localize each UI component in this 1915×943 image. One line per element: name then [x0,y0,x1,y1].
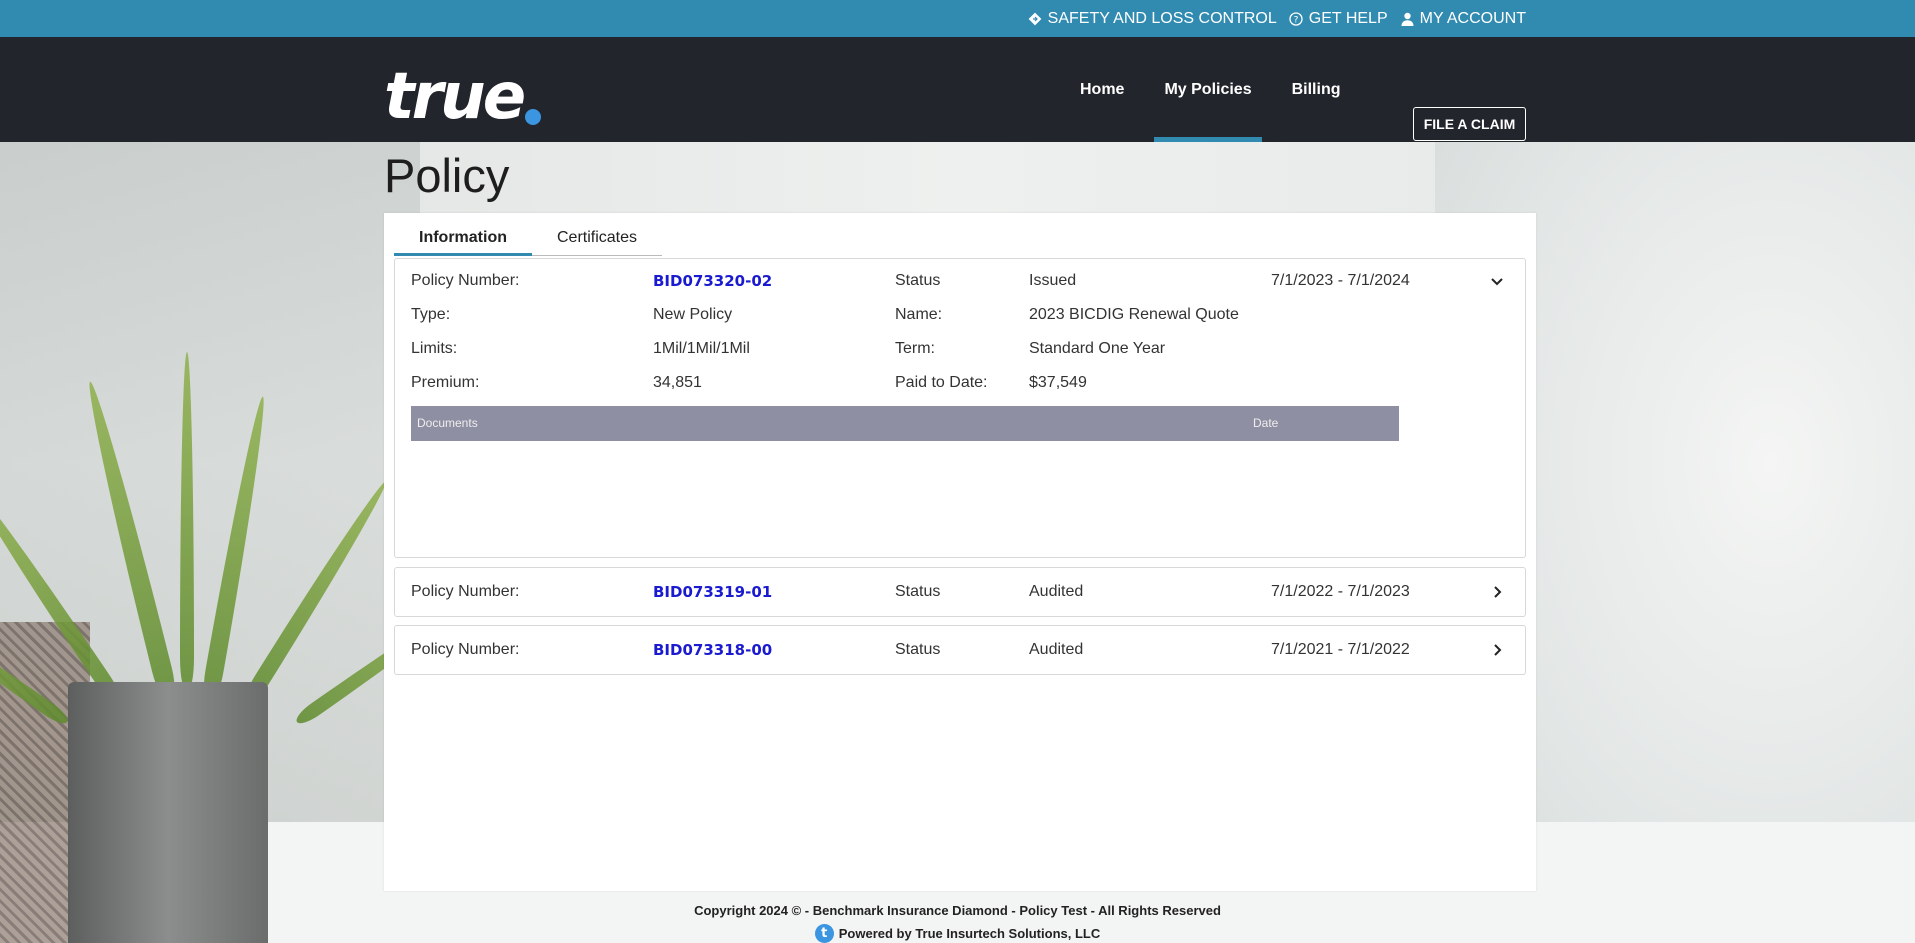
powered-by: t Powered by True Insurtech Solutions, L… [0,924,1915,943]
policy-card: Information Certificates Policy Number: … [384,213,1536,891]
limits-value: 1Mil/1Mil/1Mil [653,340,750,357]
tab-certificates[interactable]: Certificates [532,221,662,255]
premium-value: 34,851 [653,374,702,391]
logo-dot [525,109,542,125]
documents-column-header[interactable]: Documents [417,406,478,441]
paid-to-date-value: $37,549 [1029,374,1087,391]
utility-links: SAFETY AND LOSS CONTROL ? GET HELP MY AC… [1028,0,1526,37]
policy-number-label: Policy Number: [411,583,520,600]
safety-loss-control-label: SAFETY AND LOSS CONTROL [1047,9,1277,27]
term-value: Standard One Year [1029,340,1166,357]
premium-label: Premium: [411,374,480,391]
safety-loss-control-link[interactable]: SAFETY AND LOSS CONTROL [1028,10,1277,28]
copyright-text: Copyright 2024 © - Benchmark Insurance D… [694,903,1221,918]
my-account-label: MY ACCOUNT [1419,9,1526,27]
type-value: New Policy [653,306,733,323]
nav-home[interactable]: Home [1070,37,1134,142]
documents-table-header: Documents Date [411,406,1399,441]
policy-summary-row[interactable]: Policy Number: BID073318-00 Status Audit… [395,635,1525,665]
main-nav: Home My Policies Billing [1070,37,1371,142]
policy-detail-row: Premium: 34,851 Paid to Date: $37,549 [395,368,1525,398]
term-label: Term: [895,340,935,357]
policy-number-label: Policy Number: [411,272,520,289]
help-circle-icon: ? [1289,11,1304,26]
logo-text: true [384,60,526,134]
policy-panel-collapsed[interactable]: Policy Number: BID073319-01 Status Audit… [394,567,1526,617]
type-label: Type: [411,306,451,323]
policy-tabs: Information Certificates [394,221,663,256]
powered-by-text[interactable]: Powered by True Insurtech Solutions, LLC [839,926,1100,941]
name-label: Name: [895,306,943,323]
page-title: Policy [384,149,510,202]
name-value: 2023 BICDIG Renewal Quote [1029,306,1239,323]
true-logo[interactable]: true [384,60,542,134]
policy-number-link[interactable]: BID073320-02 [653,266,772,296]
policy-dates: 7/1/2023 - 7/1/2024 [1271,272,1410,289]
nav-billing[interactable]: Billing [1282,37,1351,142]
status-label: Status [895,272,941,289]
tab-information[interactable]: Information [394,221,532,256]
paid-to-date-label: Paid to Date: [895,374,988,391]
policy-number-link[interactable]: BID073319-01 [653,577,772,607]
status-label: Status [895,583,941,600]
diamond-sign-icon [1028,11,1043,26]
nav-my-policies[interactable]: My Policies [1154,37,1262,142]
status-label: Status [895,641,941,658]
status-value: Issued [1029,272,1077,289]
policy-number-label: Policy Number: [411,641,520,658]
policy-detail-row: Limits: 1Mil/1Mil/1Mil Term: Standard On… [395,334,1525,364]
true-insurtech-logo-icon: t [814,924,834,943]
page-footer: Copyright 2024 © - Benchmark Insurance D… [0,891,1915,943]
status-value: Audited [1029,641,1084,658]
user-icon [1400,11,1415,26]
get-help-label: GET HELP [1308,9,1388,27]
policy-dates: 7/1/2021 - 7/1/2022 [1271,641,1410,658]
svg-text:?: ? [1294,15,1299,25]
policy-summary-row[interactable]: Policy Number: BID073320-02 Status Issue… [395,266,1525,296]
main-header: true Home My Policies Billing FILE A CLA… [0,37,1915,142]
limits-label: Limits: [411,340,458,357]
policy-panel-expanded: Policy Number: BID073320-02 Status Issue… [394,258,1526,558]
policy-dates: 7/1/2022 - 7/1/2023 [1271,583,1410,600]
chevron-right-icon[interactable] [1489,642,1505,658]
my-account-link[interactable]: MY ACCOUNT [1400,10,1526,28]
top-utility-bar: SAFETY AND LOSS CONTROL ? GET HELP MY AC… [0,0,1915,37]
status-value: Audited [1029,583,1084,600]
policy-panel-collapsed[interactable]: Policy Number: BID073318-00 Status Audit… [394,625,1526,675]
date-column-header[interactable]: Date [1253,406,1278,441]
chevron-right-icon[interactable] [1489,584,1505,600]
policy-number-link[interactable]: BID073318-00 [653,635,772,665]
file-a-claim-button[interactable]: FILE A CLAIM [1413,107,1526,141]
chevron-down-icon[interactable] [1489,273,1505,289]
policy-detail-row: Type: New Policy Name: 2023 BICDIG Renew… [395,300,1525,330]
get-help-link[interactable]: ? GET HELP [1289,10,1388,28]
policy-summary-row[interactable]: Policy Number: BID073319-01 Status Audit… [395,577,1525,607]
